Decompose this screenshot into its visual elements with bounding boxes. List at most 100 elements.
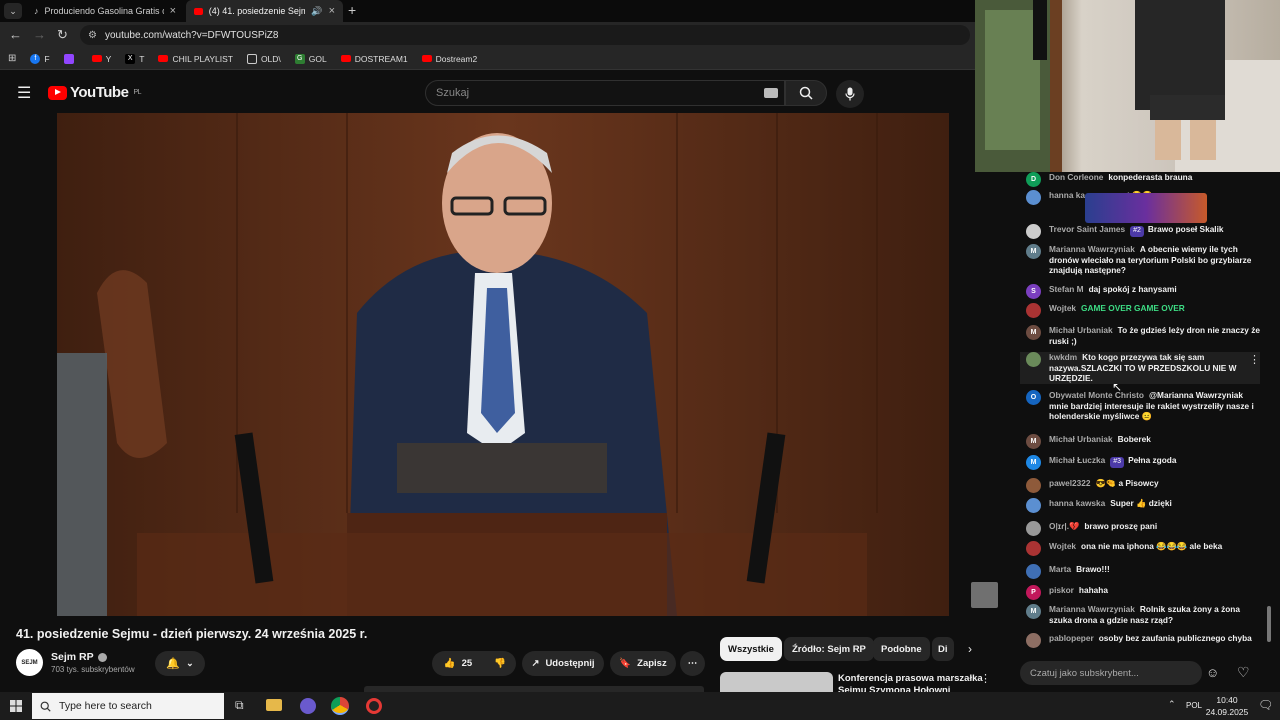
system-clock[interactable]: 10:40 24.09.2025 [1197, 694, 1257, 718]
chat-avatar[interactable] [1026, 190, 1041, 205]
chat-avatar[interactable] [1026, 224, 1041, 239]
notification-center-icon[interactable]: 🗨 [1258, 698, 1273, 712]
chat-message[interactable]: kwkdm Kto kogo przezywa tak się sam nazyw… [1020, 352, 1260, 384]
chat-avatar[interactable]: O [1026, 390, 1041, 405]
bookmark-folder-old[interactable]: OLD\ [246, 53, 281, 64]
channel-avatar[interactable]: SEJM [16, 649, 43, 676]
chat-message[interactable]: O Obywatel Monte Christo @Marianna Wawrzyn… [1020, 390, 1260, 422]
chat-message[interactable]: M Michał Urbaniak Boberek [1020, 434, 1260, 449]
chat-avatar[interactable]: S [1026, 284, 1041, 299]
close-icon[interactable]: × [329, 5, 335, 17]
chat-author[interactable]: Marianna Wawrzyniak [1049, 604, 1135, 614]
chip-all[interactable]: Wszystkie [720, 637, 782, 661]
chat-author[interactable]: hanna kawska [1049, 498, 1105, 508]
chevron-right-icon[interactable]: › [968, 642, 972, 656]
chip-more[interactable]: Di [932, 637, 954, 661]
task-view-icon[interactable]: ⧉ [235, 698, 244, 713]
chevron-up-icon[interactable]: ⌃ [1168, 699, 1176, 710]
forward-arrow-icon[interactable]: → [33, 27, 46, 42]
chat-author[interactable]: Marianna Wawrzyniak [1049, 244, 1135, 254]
chat-message[interactable]: D Don Corleone konpederasta brauna [1020, 172, 1260, 187]
chat-avatar[interactable]: M [1026, 244, 1041, 259]
app-icon[interactable] [300, 698, 316, 714]
bookmark-twitch[interactable] [63, 53, 78, 64]
speaker-icon[interactable]: 🔊 [311, 6, 322, 17]
chat-input[interactable]: Czatuj jako subskrybent... [1020, 661, 1202, 685]
share-button[interactable]: ↗ Udostępnij [522, 651, 604, 676]
search-input[interactable]: Szukaj [425, 80, 785, 106]
chat-author[interactable]: pablopeper [1049, 633, 1094, 643]
site-info-icon[interactable]: ⚙ [88, 30, 97, 41]
browser-tab-sejm[interactable]: (4) 41. posiedzenie Sejmu - 🔊 × [186, 0, 343, 22]
tab-list-button[interactable]: ⌄ [4, 3, 22, 19]
chat-author[interactable]: Michał Urbaniak [1049, 434, 1113, 444]
chat-message[interactable]: M Michał Urbaniak To że gdzieś leży dron n… [1020, 325, 1260, 346]
youtube-logo[interactable]: YouTube PL [48, 84, 141, 101]
chip-related[interactable]: Podobne [873, 637, 930, 661]
bookmark-facebook[interactable]: fF [30, 53, 50, 64]
chat-message[interactable]: pawel2322 😎🤏 a Pisowcy [1020, 478, 1260, 493]
like-button[interactable]: 👍 25 [432, 651, 484, 676]
recommended-title[interactable]: Konferencja prasowa marszałka Sejmu Szym… [838, 673, 983, 692]
chat-author[interactable]: hanna ka [1049, 190, 1085, 200]
chat-message[interactable]: hanna kawska Super 👍 dzięki [1020, 498, 1260, 513]
address-bar[interactable]: ⚙ youtube.com/watch?v=DFWTOUSPiZ8 [80, 25, 970, 45]
chat-avatar[interactable] [1026, 352, 1041, 367]
chat-message[interactable]: M Michał Łuczka #3 Pełna zgoda [1020, 455, 1260, 470]
file-explorer-icon[interactable] [266, 699, 282, 711]
emoji-icon[interactable]: ☺ [1206, 665, 1219, 680]
apps-grid-icon[interactable]: ⊞ [8, 53, 16, 64]
chrome-icon[interactable] [331, 697, 349, 715]
chat-avatar[interactable]: P [1026, 585, 1041, 600]
voice-search-button[interactable] [836, 80, 864, 108]
chip-source[interactable]: Źródło: Sejm RP [784, 637, 874, 661]
chat-message[interactable]: M Marianna Wawrzyniak Rolnik szuka żony a … [1020, 604, 1260, 625]
chat-author[interactable]: Don Corleone [1049, 172, 1103, 182]
chat-author[interactable]: pawel2322 [1049, 478, 1091, 488]
bookmark-gol[interactable]: G GOL [294, 53, 327, 64]
video-player[interactable] [57, 113, 949, 616]
search-button[interactable] [785, 80, 827, 106]
browser-tab-gasolina[interactable]: ♪ Produciendo Gasolina Gratis co × [26, 0, 184, 22]
chat-author[interactable]: O|ɪɾ|.💔 [1049, 521, 1079, 531]
chat-message[interactable]: pablopeper osoby bez zaufania publicznego… [1020, 633, 1260, 648]
recording-app-icon[interactable] [366, 698, 382, 714]
back-arrow-icon[interactable]: ← [9, 27, 22, 42]
chat-author[interactable]: Trevor Saint James [1049, 224, 1125, 234]
chat-author[interactable]: Marta [1049, 564, 1071, 574]
heart-icon[interactable]: ♡ [1237, 664, 1250, 681]
chat-author[interactable]: Obywatel Monte Christo [1049, 390, 1144, 400]
keyboard-icon[interactable] [764, 88, 778, 98]
bookmark-dostream2[interactable]: Dostream2 [421, 54, 477, 64]
chat-avatar[interactable] [1026, 633, 1041, 648]
recommended-thumbnail[interactable] [720, 672, 833, 692]
chat-avatar[interactable] [1026, 521, 1041, 536]
chat-avatar[interactable]: D [1026, 172, 1041, 187]
more-actions-button[interactable]: ⋯ [680, 651, 705, 676]
live-chat-panel[interactable]: D Don Corleone konpederasta brauna hanna ka… [1016, 172, 1276, 656]
chat-scrollbar[interactable] [1267, 606, 1271, 642]
more-vertical-icon[interactable]: ⋮ [1249, 353, 1260, 366]
chat-avatar[interactable] [1026, 303, 1041, 318]
chat-avatar[interactable] [1026, 478, 1041, 493]
dislike-button[interactable]: 👎 [484, 651, 516, 676]
chat-author[interactable]: Stefan M [1049, 284, 1084, 294]
chat-author[interactable]: Wojtek [1049, 303, 1076, 313]
chat-avatar[interactable] [1026, 498, 1041, 513]
bookmark-x[interactable]: XT [125, 53, 144, 64]
chat-message[interactable]: S Stefan M daj spokój z hanysami [1020, 284, 1260, 299]
bookmark-chil-playlist[interactable]: CHIL PLAYLIST [158, 54, 233, 64]
chat-message[interactable]: Wojtek GAME OVER GAME OVER [1020, 303, 1260, 318]
chat-author[interactable]: Michał Łuczka [1049, 455, 1105, 465]
chat-avatar[interactable]: M [1026, 434, 1041, 449]
chat-author[interactable]: Wojtek [1049, 541, 1076, 551]
channel-name[interactable]: Sejm RP [51, 651, 94, 663]
chat-message[interactable]: Wojtek ona nie ma iphona 😂😂😂 ale beka [1020, 541, 1260, 556]
more-vertical-icon[interactable]: ⋮ [980, 672, 991, 685]
bookmark-dostream1[interactable]: DOSTREAM1 [340, 54, 408, 64]
chat-avatar[interactable]: M [1026, 604, 1041, 619]
chat-avatar[interactable]: M [1026, 455, 1041, 470]
reload-icon[interactable]: ↻ [57, 27, 68, 43]
chat-author[interactable]: piskor [1049, 585, 1074, 595]
chat-message[interactable]: M Marianna Wawrzyniak A obecnie wiemy ile … [1020, 244, 1260, 276]
